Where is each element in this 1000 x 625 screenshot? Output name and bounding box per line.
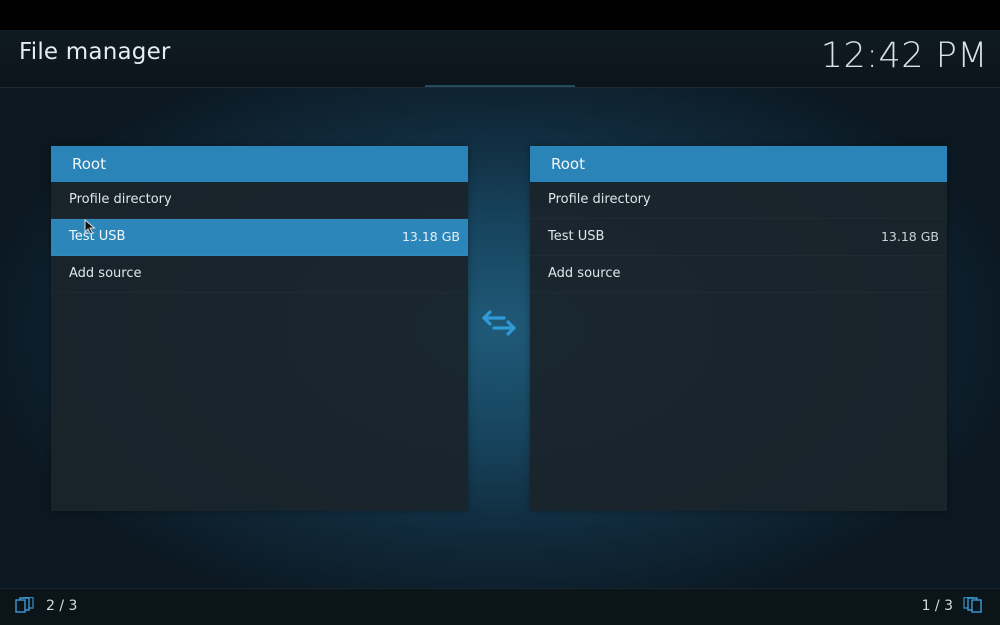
page-title: File manager [19, 39, 171, 65]
left-item-add-source[interactable]: Add source [51, 256, 468, 293]
list-item-label: Add source [548, 266, 621, 281]
right-item-test-usb[interactable]: Test USB 13.18 GB [530, 219, 947, 256]
folder-stack-icon [963, 597, 982, 613]
clock: 12:42 PM [820, 36, 988, 76]
left-page-indicator: 2 / 3 [46, 598, 78, 614]
right-item-add-source[interactable]: Add source [530, 256, 947, 293]
swap-arrows-icon[interactable] [480, 308, 518, 338]
right-file-panel: Root Profile directory Test USB 13.18 GB… [530, 146, 947, 511]
left-panel-header[interactable]: Root [51, 146, 468, 182]
footer-bar [0, 588, 1000, 625]
left-file-panel: Root Profile directory Test USB 13.18 GB… [51, 146, 468, 511]
list-item-label: Profile directory [548, 192, 651, 207]
list-item-label: Add source [69, 266, 142, 281]
right-item-profile-directory[interactable]: Profile directory [530, 182, 947, 219]
top-black-strip [0, 0, 1000, 30]
list-item-size: 13.18 GB [401, 229, 460, 244]
left-item-profile-directory[interactable]: Profile directory [51, 182, 468, 219]
right-panel-header[interactable]: Root [530, 146, 947, 182]
right-page-indicator: 1 / 3 [921, 598, 953, 614]
file-manager-screen: File manager 12:42 PM Root Profile direc… [0, 0, 1000, 625]
left-item-test-usb[interactable]: Test USB 13.18 GB [51, 219, 468, 256]
header-accent-line [425, 85, 575, 87]
list-item-size: 13.18 GB [880, 229, 939, 244]
list-item-label: Test USB [548, 229, 605, 244]
list-item-label: Profile directory [69, 192, 172, 207]
list-item-label: Test USB [69, 229, 126, 244]
mouse-pointer-icon [84, 219, 96, 235]
folder-stack-icon [15, 597, 34, 613]
